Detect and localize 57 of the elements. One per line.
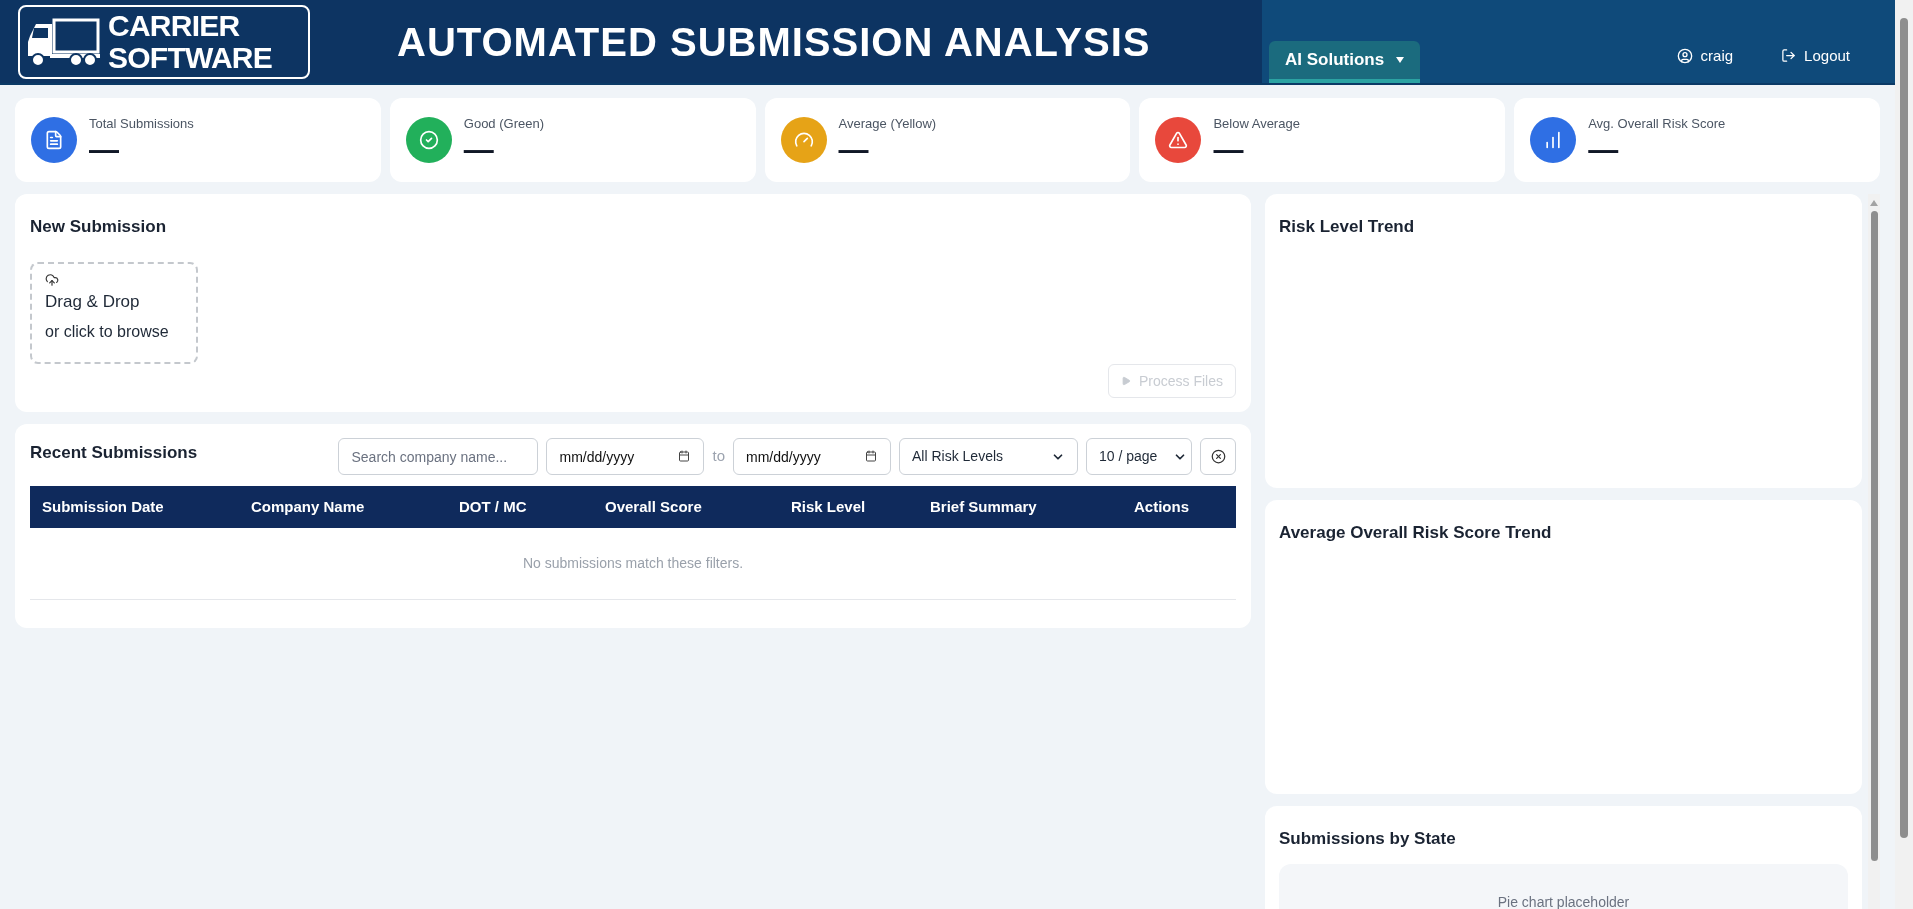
user-name: craig [1700,45,1734,66]
date-separator: to [712,446,725,467]
stat-value: — [838,133,870,166]
ai-solutions-menu[interactable]: AI Solutions [1269,41,1421,83]
section-title: Average Overall Risk Score Trend [1279,522,1553,544]
page-title: AUTOMATED SUBMISSION ANALYSIS [397,18,1151,66]
section-title: Submissions by State [1279,828,1457,850]
column-header: Overall Score [605,496,703,517]
drop-zone[interactable]: Drag & Drop or click to browse [30,261,198,365]
warning-icon [1168,130,1189,150]
stat-label: Good (Green) [463,115,544,133]
scrollbar-thumb[interactable] [1900,18,1908,838]
placeholder-text: Pie chart placeholder [1497,892,1630,909]
calendar-icon [678,450,691,462]
clear-filters-button[interactable] [1200,438,1236,475]
section-title: Recent Submissions [30,442,198,464]
caret-icon [1396,57,1405,63]
column-header: Company Name [251,496,366,517]
logo-text: SOFTWARE [108,41,272,74]
stat-label: Avg. Overall Risk Score [1588,115,1726,133]
empty-message: No submissions match these filters. [522,554,744,573]
section-title: Risk Level Trend [1279,216,1416,238]
logout-icon [1781,48,1797,64]
column-header: DOT / MC [459,496,528,517]
logout-button[interactable]: Logout [1781,44,1850,67]
clear-icon [1210,449,1226,464]
drop-zone-title: Drag & Drop [45,290,140,313]
column-header: Submission Date [42,496,165,517]
scrollbar-thumb[interactable] [1870,211,1878,861]
scroll-up-icon [1870,200,1878,206]
stat-label: Total Submissions [89,115,194,133]
stat-value: — [463,133,495,166]
page-scrollbar[interactable] [1895,0,1913,909]
page-size-select[interactable]: 10 / page [1086,438,1192,475]
drop-zone-hint: or click to browse [45,322,169,342]
user-icon [1676,47,1693,64]
stat-value: — [1213,133,1245,166]
scrollbar[interactable] [1868,194,1880,909]
search-field[interactable]: Search company name... [338,438,539,475]
stat-value: — [89,133,120,166]
column-header: Risk Level [791,496,867,517]
check-circle-icon [418,130,439,150]
logo-text: CARRIER [108,9,241,42]
date-field[interactable]: mm/dd/yyyy [733,438,891,475]
document-icon [44,130,64,150]
upload-icon [45,272,59,287]
stat-label: Below Average [1213,115,1300,133]
column-header: Brief Summary [930,496,1038,517]
date-field[interactable]: mm/dd/yyyy [546,438,705,475]
risk-level-select[interactable]: All Risk Levels [899,438,1078,475]
column-header: Actions [1134,496,1190,517]
section-title: New Submission [30,216,168,238]
stat-label: Average (Yellow) [838,115,937,133]
stat-value: — [1588,133,1620,166]
calendar-icon [865,450,877,462]
play-icon [1120,376,1131,387]
gauge-icon [793,130,814,150]
